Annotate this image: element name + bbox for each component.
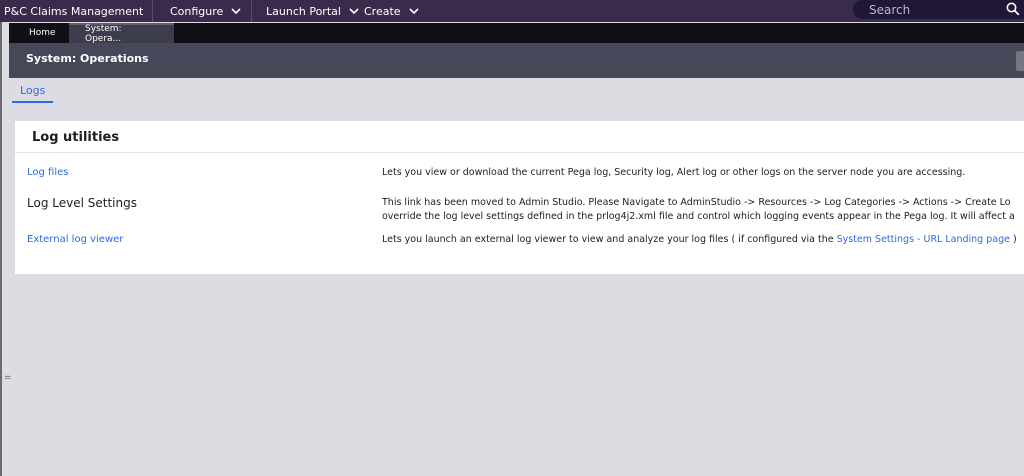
log-level-settings-label: Log Level Settings xyxy=(27,196,137,210)
chevron-down-icon xyxy=(349,8,359,15)
nav-menu-label: Configure xyxy=(170,4,224,18)
header-action-button[interactable] xyxy=(1016,51,1024,71)
search-icon[interactable] xyxy=(1006,2,1020,16)
chevron-down-icon xyxy=(408,8,419,15)
nav-menu-create[interactable]: Create xyxy=(362,0,432,22)
nav-menu-pc-claims[interactable]: P&C Claims Management xyxy=(0,0,152,22)
page-header: System: Operations xyxy=(9,43,1024,78)
log-files-link[interactable]: Log files xyxy=(27,167,68,178)
nav-menu-label: P&C Claims Management xyxy=(4,4,144,18)
tab-label: System: Opera... xyxy=(85,24,122,44)
chevron-down-icon xyxy=(231,8,241,15)
external-log-viewer-link[interactable]: External log viewer xyxy=(27,234,123,245)
log-level-settings-description-line1: This link has been moved to Admin Studio… xyxy=(382,197,1011,208)
nav-menu-label: Create xyxy=(364,4,401,18)
description-text: ) xyxy=(1009,234,1017,245)
log-utilities-panel: Log utilities Log files Lets you view or… xyxy=(15,121,1024,274)
nav-menu-configure[interactable]: Configure xyxy=(153,0,251,22)
resize-handle-icon[interactable]: = xyxy=(4,373,12,383)
tab-logs[interactable]: Logs xyxy=(12,84,54,103)
panel-title: Log utilities xyxy=(32,130,120,145)
search-box xyxy=(853,0,1024,19)
document-tab-strip: Home System: Opera... xyxy=(9,23,1024,44)
log-level-settings-description-line2: override the log level settings defined … xyxy=(382,211,1015,222)
tab-home[interactable]: Home xyxy=(15,23,70,43)
description-text: Lets you launch an external log viewer t… xyxy=(382,234,837,245)
search-input[interactable] xyxy=(853,2,993,17)
nav-menu-launch-portal[interactable]: Launch Portal xyxy=(252,0,362,22)
nav-menu-label: Launch Portal xyxy=(266,4,341,18)
left-rail-border xyxy=(0,22,2,476)
external-log-viewer-description: Lets you launch an external log viewer t… xyxy=(382,233,1017,247)
tab-label: Home xyxy=(29,28,56,38)
page-title: System: Operations xyxy=(26,52,149,65)
log-files-description: Lets you view or download the current Pe… xyxy=(382,167,966,178)
system-settings-url-landing-page-link[interactable]: System Settings - URL Landing page xyxy=(837,234,1010,245)
tab-system-operations[interactable]: System: Opera... xyxy=(69,23,174,44)
panel-divider xyxy=(15,152,1024,153)
